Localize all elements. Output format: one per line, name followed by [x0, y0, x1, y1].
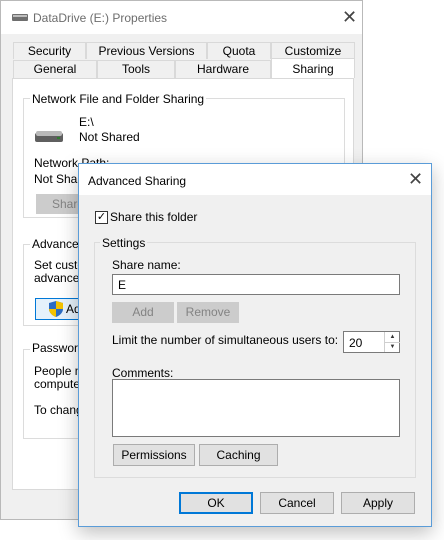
tab-general[interactable]: General — [13, 60, 97, 78]
password-text-2: computer — [34, 377, 85, 391]
shield-icon — [49, 301, 63, 317]
add-button[interactable]: Add — [112, 302, 174, 323]
limit-users-value: 20 — [349, 336, 363, 350]
drive-icon-large — [35, 131, 63, 142]
tab-customize[interactable]: Customize — [271, 42, 355, 59]
share-path: E:\ — [79, 115, 94, 129]
comments-textarea[interactable] — [112, 379, 400, 437]
dialog-close-icon[interactable]: ✕ — [408, 170, 423, 188]
share-folder-checkbox[interactable]: ✓ — [95, 211, 108, 224]
share-name-label: Share name: — [112, 258, 181, 272]
close-icon[interactable]: ✕ — [342, 8, 357, 26]
properties-title: DataDrive (E:) Properties — [33, 11, 168, 25]
network-sharing-label: Network File and Folder Sharing — [30, 92, 207, 106]
comments-label: Comments: — [112, 366, 174, 380]
tab-quota[interactable]: Quota — [207, 42, 271, 59]
ok-button[interactable]: OK — [179, 492, 253, 514]
settings-label: Settings — [100, 236, 148, 250]
tab-previous-versions[interactable]: Previous Versions — [86, 42, 207, 59]
share-name-value: E — [118, 278, 127, 292]
tab-security[interactable]: Security — [13, 42, 86, 59]
password-text-3[interactable]: To chang — [34, 403, 83, 417]
drive-icon — [12, 14, 28, 21]
apply-button[interactable]: Apply — [341, 492, 415, 514]
advanced-sharing-text-1: Set custo — [34, 258, 85, 272]
cancel-button[interactable]: Cancel — [260, 492, 334, 514]
spin-down-icon[interactable]: ▼ — [384, 342, 400, 352]
tab-tools[interactable]: Tools — [97, 60, 175, 78]
properties-titlebar: DataDrive (E:) Properties ✕ — [1, 1, 362, 34]
advanced-sharing-dialog: Advanced Sharing ✕ ✓ Share this folder S… — [78, 163, 432, 527]
share-folder-label[interactable]: Share this folder — [110, 210, 197, 224]
remove-button[interactable]: Remove — [177, 302, 239, 323]
share-name-input[interactable]: E — [112, 274, 400, 295]
tab-sharing[interactable]: Sharing — [271, 58, 355, 78]
share-status: Not Shared — [79, 130, 140, 144]
limit-users-stepper[interactable]: 20 ▲ ▼ — [343, 331, 400, 353]
dialog-titlebar: Advanced Sharing ✕ — [79, 164, 431, 195]
tab-hardware[interactable]: Hardware — [175, 60, 271, 78]
permissions-button[interactable]: Permissions — [113, 444, 195, 466]
caching-button[interactable]: Caching — [199, 444, 278, 466]
dialog-title: Advanced Sharing — [88, 174, 187, 188]
limit-users-label: Limit the number of simultaneous users t… — [112, 333, 339, 347]
